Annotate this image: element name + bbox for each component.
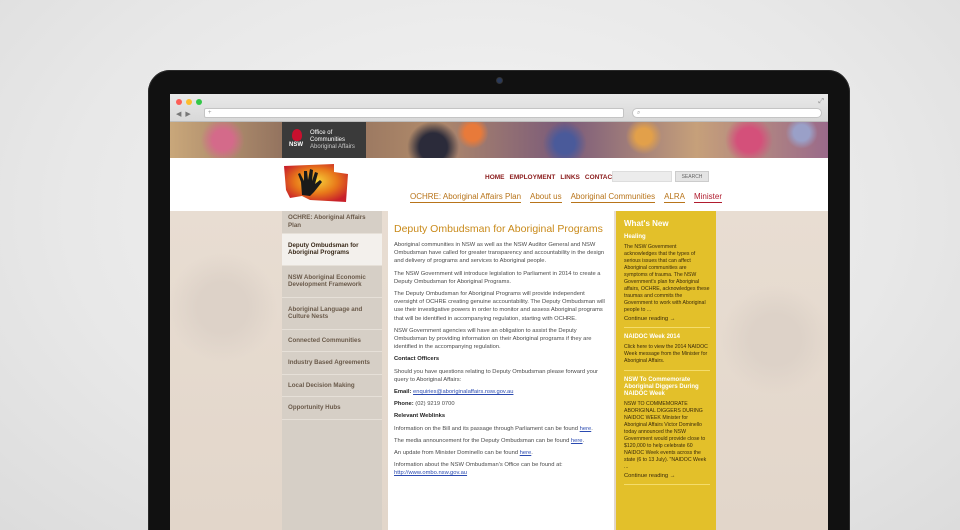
phone-label: Phone:	[394, 401, 414, 408]
nav-about-us[interactable]: About us	[530, 192, 562, 203]
sidebar-item-industry-agreements[interactable]: Industry Based Agreements	[282, 352, 382, 375]
weblink-minister-link[interactable]: here	[520, 450, 532, 456]
history-nav: ◀ ▶	[176, 110, 191, 118]
search-button[interactable]: SEARCH	[675, 171, 709, 182]
phone-number: (02) 9219 0700	[415, 401, 455, 408]
content-area: OCHRE: Aboriginal Affairs Plan Deputy Om…	[170, 211, 828, 530]
main-navigation: OCHRE: Aboriginal Affairs Plan About us …	[410, 192, 722, 203]
section-sidebar: OCHRE: Aboriginal Affairs Plan Deputy Om…	[282, 211, 382, 530]
org-name: Office of Communities Aboriginal Affairs	[310, 130, 355, 151]
news-item: NSW To Commemorate Aboriginal Diggers Du…	[624, 377, 710, 485]
nav-ochre[interactable]: OCHRE: Aboriginal Affairs Plan	[410, 192, 522, 203]
weblink-media-link[interactable]: here	[571, 438, 583, 444]
news-title[interactable]: NAIDOC Week 2014	[624, 334, 710, 341]
browser-window: ◀ ▶ + ⌕ ⤢ NSW Office of Communities Abor…	[170, 94, 828, 530]
links-link[interactable]: LINKS	[560, 174, 580, 181]
org-line-3: Aboriginal Affairs	[310, 143, 355, 150]
news-item: Healing The NSW Government acknowledges …	[624, 234, 710, 328]
employment-link[interactable]: EMPLOYMENT	[510, 174, 556, 181]
period: .	[591, 425, 593, 432]
ombudsman-link[interactable]: http://www.ombo.nsw.gov.au	[394, 470, 467, 476]
paragraph-agencies: NSW Government agencies will have an obl…	[394, 327, 592, 351]
news-body: NSW TO COMMEMORATE ABORIGINAL DIGGERS DU…	[624, 401, 707, 470]
utility-links: HOME EMPLOYMENT LINKS CONTACT	[485, 174, 616, 181]
back-icon[interactable]: ◀	[176, 110, 181, 118]
search-icon: ⌕	[637, 110, 641, 116]
weblink-bill: Information on the Bill and its passage …	[394, 425, 608, 433]
camera-icon	[497, 78, 502, 83]
period: .	[582, 437, 585, 444]
phone-line: Phone: (02) 9219 0700	[394, 400, 608, 408]
page-title: Deputy Ombudsman for Aboriginal Programs	[394, 223, 603, 235]
nav-alra[interactable]: ALRA	[664, 192, 685, 203]
email-link[interactable]: enquiries@aboriginalaffairs.nsw.gov.au	[413, 389, 513, 395]
sidebar-item-opportunity-hubs[interactable]: Opportunity Hubs	[282, 397, 382, 420]
news-title[interactable]: NSW To Commemorate Aboriginal Diggers Du…	[624, 377, 710, 398]
forward-icon[interactable]: ▶	[185, 110, 190, 118]
page-header: HOME EMPLOYMENT LINKS CONTACT SEARCH OCH…	[170, 158, 828, 211]
main-content: Deputy Ombudsman for Aboriginal Programs…	[388, 211, 614, 530]
site-banner: NSW Office of Communities Aboriginal Aff…	[170, 122, 828, 158]
laptop-frame: ◀ ▶ + ⌕ ⤢ NSW Office of Communities Abor…	[148, 70, 850, 530]
org-line-2: Communities	[310, 136, 346, 143]
nav-aboriginal-communities[interactable]: Aboriginal Communities	[570, 192, 656, 203]
waratah-logo-icon: NSW	[288, 129, 306, 151]
address-bar[interactable]: +	[204, 108, 624, 118]
weblink-minister-text: An update from Minister Dominello can be…	[394, 450, 520, 457]
whats-new-title: What's New	[624, 219, 669, 228]
sidebar-item-language-nests[interactable]: Aboriginal Language and Culture Nests	[282, 298, 382, 330]
sidebar-item-local-decision-making[interactable]: Local Decision Making	[282, 375, 382, 397]
browser-search-field[interactable]: ⌕	[632, 108, 822, 118]
weblink-minister: An update from Minister Dominello can be…	[394, 449, 608, 457]
sidebar-item-ochre[interactable]: OCHRE: Aboriginal Affairs Plan	[282, 211, 382, 234]
nsw-government-badge[interactable]: NSW Office of Communities Aboriginal Aff…	[282, 122, 366, 158]
news-body: Click here to view the 2014 NAIDOC Week …	[624, 344, 708, 364]
paragraph-intro: Aboriginal communities in NSW as well as…	[394, 242, 605, 265]
site-search-input[interactable]	[612, 171, 672, 182]
minimize-window-icon[interactable]	[186, 99, 192, 105]
maximize-window-icon[interactable]	[196, 99, 202, 105]
paragraph-oversight: The Deputy Ombudsman for Aboriginal Prog…	[394, 291, 605, 322]
org-line-1: Office of	[310, 129, 333, 136]
sidebar-item-deputy-ombudsman[interactable]: Deputy Ombudsman for Aboriginal Programs	[282, 233, 382, 266]
weblink-bill-link[interactable]: here	[580, 426, 592, 432]
contact-heading: Contact Officers	[394, 356, 440, 363]
sidebar-item-connected-communities[interactable]: Connected Communities	[282, 330, 382, 352]
weblinks-heading: Relevant Weblinks	[394, 413, 446, 420]
sidebar-item-economic-framework[interactable]: NSW Aboriginal Economic Development Fram…	[282, 266, 382, 298]
weblink-media-text: The media announcement for the Deputy Om…	[394, 437, 571, 444]
weblink-bill-text: Information on the Bill and its passage …	[394, 425, 580, 432]
continue-reading-link[interactable]: Continue reading →	[624, 473, 710, 479]
hand-map-logo-icon[interactable]	[282, 162, 350, 204]
weblink-media: The media announcement for the Deputy Om…	[394, 437, 608, 445]
browser-toolbar: ◀ ▶ + ⌕ ⤢	[170, 94, 828, 122]
home-link[interactable]: HOME	[485, 174, 505, 181]
site-search: SEARCH	[612, 171, 709, 182]
period: .	[531, 450, 533, 457]
whats-new-panel: What's New Healing The NSW Government ac…	[616, 211, 716, 530]
weblink-ombudsman: Information about the NSW Ombudsman's Of…	[394, 461, 608, 477]
weblink-ombudsman-text: Information about the NSW Ombudsman's Of…	[394, 462, 563, 469]
news-item: NAIDOC Week 2014 Click here to view the …	[624, 334, 710, 371]
continue-reading-link[interactable]: Continue reading →	[624, 316, 710, 322]
news-title[interactable]: Healing	[624, 234, 710, 241]
paragraph-legislation: The NSW Government will introduce legisl…	[394, 270, 601, 285]
fullscreen-icon[interactable]: ⤢	[818, 98, 824, 106]
news-body: The NSW Government acknowledges that the…	[624, 244, 710, 313]
email-label: Email:	[394, 389, 412, 396]
window-controls	[176, 99, 202, 105]
new-tab-icon[interactable]: +	[208, 110, 212, 116]
paragraph-contact: Should you have questions relating to De…	[394, 368, 598, 383]
email-line: Email: enquiries@aboriginalaffairs.nsw.g…	[394, 388, 608, 396]
close-window-icon[interactable]	[176, 99, 182, 105]
nav-minister[interactable]: Minister	[693, 192, 722, 203]
